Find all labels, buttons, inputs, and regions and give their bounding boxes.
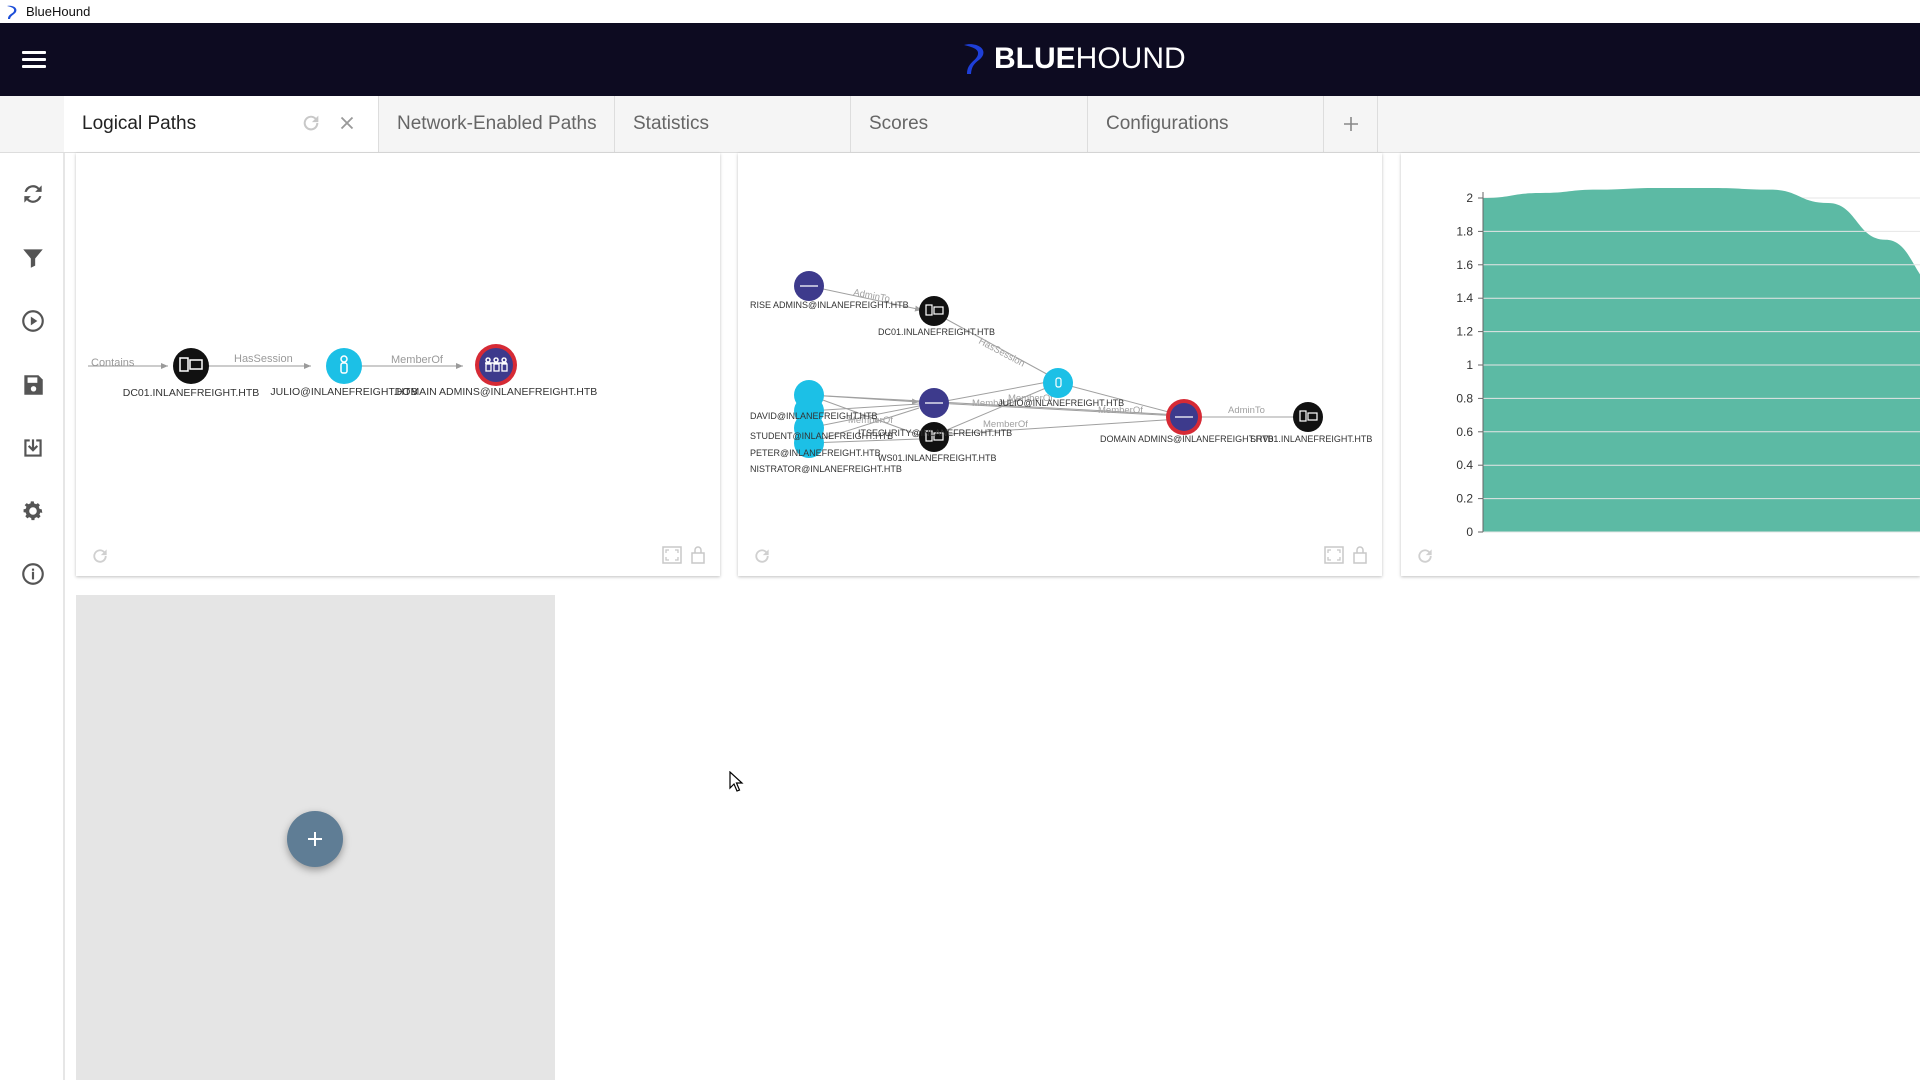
plus-icon: [308, 832, 322, 846]
download-icon[interactable]: [20, 435, 46, 461]
refresh-icon[interactable]: [20, 181, 46, 207]
fullscreen-icon[interactable]: [1324, 546, 1344, 564]
edge-label: MemberOf: [391, 354, 444, 366]
svg-text:PETER@INLANEFREIGHT.HTB: PETER@INLANEFREIGHT.HTB: [750, 448, 881, 458]
svg-text:AdminTo: AdminTo: [1228, 405, 1265, 416]
mouse-cursor-icon: [729, 771, 744, 792]
refresh-panel-icon[interactable]: [752, 546, 772, 566]
gear-icon[interactable]: [20, 498, 46, 524]
refresh-tab-icon[interactable]: [300, 112, 322, 134]
user-node[interactable]: [326, 348, 362, 384]
play-icon[interactable]: [20, 308, 46, 334]
svg-text:DC01.INLANEFREIGHT.HTB: DC01.INLANEFREIGHT.HTB: [878, 327, 995, 337]
y-tick-label: 1.4: [1456, 291, 1473, 305]
graph-canvas[interactable]: Contains HasSession MemberOf DC01.INLANE…: [76, 153, 720, 576]
group-node[interactable]: [794, 271, 824, 301]
computer-node[interactable]: [173, 348, 209, 384]
chart-panel: 2 1.8 1.6 1.4 1.2 1 0.8 0.6 0.4 0.2 0: [1401, 153, 1920, 576]
graph-panel-network: AdminTo HasSession MemberOf MemberOf Mem…: [738, 153, 1382, 576]
window-title: BlueHound: [26, 4, 91, 19]
y-tick-label: 0: [1466, 525, 1473, 539]
add-tab-button[interactable]: [1324, 96, 1378, 152]
computer-node[interactable]: [919, 296, 949, 326]
svg-text:DOMAIN ADMINS@INLANEFREIGHT.HT: DOMAIN ADMINS@INLANEFREIGHT.HTB: [1100, 434, 1274, 444]
tab-label: Scores: [869, 113, 929, 134]
save-icon[interactable]: [20, 372, 46, 398]
hamburger-menu-icon[interactable]: [20, 47, 48, 71]
refresh-panel-icon[interactable]: [1415, 546, 1435, 566]
info-icon[interactable]: [20, 561, 46, 587]
filter-icon[interactable]: [20, 245, 46, 271]
svg-text:ITSECURITY@INLANEFREIGHT.HTB: ITSECURITY@INLANEFREIGHT.HTB: [858, 428, 1012, 438]
area-chart[interactable]: 2 1.8 1.6 1.4 1.2 1 0.8 0.6 0.4 0.2 0: [1401, 153, 1920, 576]
y-tick-label: 0.4: [1456, 458, 1473, 472]
svg-text:HasSession: HasSession: [977, 336, 1027, 370]
svg-text:RISE ADMINS@INLANEFREIGHT.HTB: RISE ADMINS@INLANEFREIGHT.HTB: [750, 300, 909, 310]
y-tick-label: 2: [1466, 191, 1473, 205]
tab-label: Statistics: [633, 113, 710, 134]
app-logo-icon: [7, 5, 17, 19]
tab-network-enabled-paths[interactable]: Network-Enabled Paths: [379, 96, 615, 152]
lock-icon[interactable]: [690, 544, 706, 564]
tab-configurations[interactable]: Configurations: [1088, 96, 1324, 152]
svg-text:SRV01.INLANEFREIGHT.HTB: SRV01.INLANEFREIGHT.HTB: [1250, 434, 1372, 444]
left-sidebar: [0, 153, 65, 1080]
graph-canvas[interactable]: AdminTo HasSession MemberOf MemberOf Mem…: [738, 153, 1382, 576]
node-label: DC01.INLANEFREIGHT.HTB: [123, 387, 260, 399]
node-label: DOMAIN ADMINS@INLANEFREIGHT.HTB: [395, 386, 598, 398]
group-node[interactable]: [919, 388, 949, 418]
group-node[interactable]: [1166, 399, 1202, 435]
tab-label: Network-Enabled Paths: [397, 113, 597, 134]
edge-label: Contains: [91, 357, 135, 369]
brand-text-light: HOUND: [1075, 42, 1186, 75]
lock-icon[interactable]: [1352, 544, 1368, 564]
area-series[interactable]: [1483, 187, 1920, 532]
tab-bar: Logical Paths Network-Enabled Paths Stat…: [0, 96, 1920, 153]
fullscreen-icon[interactable]: [662, 546, 682, 564]
svg-text:DAVID@INLANEFREIGHT.HTB: DAVID@INLANEFREIGHT.HTB: [750, 411, 878, 421]
tab-statistics[interactable]: Statistics: [615, 96, 851, 152]
bluehound-brand-icon: [964, 44, 984, 74]
window-titlebar: BlueHound: [0, 0, 1920, 23]
svg-text:WS01.INLANEFREIGHT.HTB: WS01.INLANEFREIGHT.HTB: [878, 453, 997, 463]
y-tick-label: 0.2: [1456, 492, 1473, 506]
y-tick-label: 0.6: [1456, 425, 1473, 439]
edge-label: HasSession: [234, 353, 293, 365]
close-tab-icon[interactable]: [336, 112, 358, 134]
y-tick-label: 1: [1466, 358, 1473, 372]
y-tick-label: 1.6: [1456, 258, 1473, 272]
refresh-panel-icon[interactable]: [90, 546, 110, 566]
brand-text-bold: BLUE: [994, 42, 1076, 75]
y-tick-label: 1.8: [1456, 224, 1473, 238]
svg-text:JULIO@INLANEFREIGHT.HTB: JULIO@INLANEFREIGHT.HTB: [998, 398, 1124, 408]
tab-label: Configurations: [1106, 113, 1229, 134]
svg-text:NISTRATOR@INLANEFREIGHT.HTB: NISTRATOR@INLANEFREIGHT.HTB: [750, 464, 902, 474]
tab-label: Logical Paths: [82, 113, 197, 134]
app-header: BLUE HOUND: [0, 23, 1920, 96]
tab-scores[interactable]: Scores: [851, 96, 1088, 152]
graph-panel-logical: Contains HasSession MemberOf DC01.INLANE…: [76, 153, 720, 576]
tab-logical-paths[interactable]: Logical Paths: [64, 96, 379, 152]
computer-node[interactable]: [1293, 402, 1323, 432]
y-tick-label: 1.2: [1456, 325, 1473, 339]
group-node[interactable]: [475, 344, 517, 386]
bluehound-logo: BLUE HOUND: [960, 39, 1186, 79]
plus-icon: [1343, 117, 1358, 131]
add-report-button[interactable]: [287, 811, 343, 867]
user-node[interactable]: [1043, 368, 1073, 398]
y-tick-label: 0.8: [1456, 391, 1473, 405]
